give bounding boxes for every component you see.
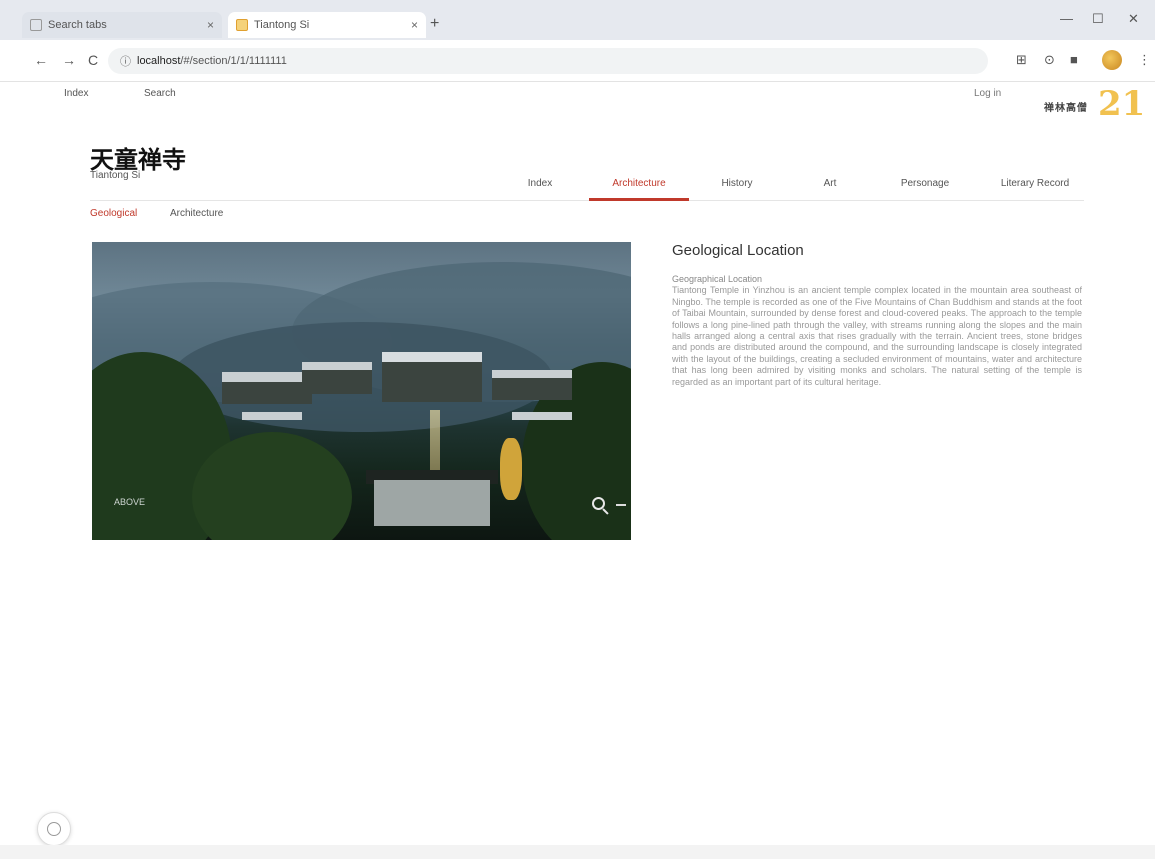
site-logo[interactable]: 禅林高僧 21 bbox=[1040, 84, 1145, 124]
page-icon bbox=[30, 19, 42, 31]
site-favicon-icon bbox=[236, 19, 248, 31]
floating-help-button[interactable] bbox=[37, 812, 71, 846]
temple-gate bbox=[374, 480, 490, 526]
building-roof bbox=[382, 352, 482, 362]
help-icon bbox=[47, 822, 61, 836]
building-roof bbox=[512, 412, 572, 420]
tab-literary-record[interactable]: Literary Record bbox=[990, 178, 1080, 201]
main-hall bbox=[382, 362, 482, 402]
url-path: /#/section/1/1/1111111 bbox=[180, 55, 287, 67]
tab-personage[interactable]: Personage bbox=[890, 178, 960, 201]
maximize-button[interactable]: ☐ bbox=[1092, 11, 1104, 27]
site-header: Index Search Log in bbox=[0, 82, 1155, 126]
site-info-icon[interactable]: ⓘ bbox=[120, 53, 131, 69]
browser-tab-label: Tiantong Si bbox=[254, 19, 310, 31]
logo-text: 禅林高僧 bbox=[1044, 103, 1088, 114]
address-bar-row: ← → C ⓘ localhost/#/section/1/1/1111111 … bbox=[0, 40, 1155, 82]
zoom-out-icon[interactable] bbox=[616, 504, 626, 506]
close-tab-icon[interactable]: × bbox=[411, 18, 418, 32]
subtab-geological[interactable]: Geological bbox=[90, 208, 137, 219]
temple-photo[interactable]: ABOVE bbox=[92, 242, 631, 540]
building-roof bbox=[492, 370, 572, 378]
building-roof bbox=[222, 372, 312, 382]
main-tab-bar: Index Architecture History Art Personage… bbox=[90, 172, 1084, 201]
zoom-icon[interactable]: ⊙ bbox=[1044, 52, 1055, 68]
browser-tab[interactable]: Search tabs × bbox=[22, 12, 222, 38]
building bbox=[222, 382, 312, 404]
subtab-architecture[interactable]: Architecture bbox=[170, 208, 223, 219]
bookmark-icon[interactable]: ■ bbox=[1070, 52, 1078, 67]
nav-link-index[interactable]: Index bbox=[64, 88, 88, 99]
translate-icon[interactable]: ⊞ bbox=[1016, 52, 1027, 68]
back-button[interactable]: ← bbox=[34, 52, 48, 68]
url-host: localhost bbox=[137, 55, 181, 67]
browser-tabbar: Search tabs × Tiantong Si × + — ☐ ✕ bbox=[0, 0, 1155, 40]
browser-tab-label: Search tabs bbox=[48, 19, 107, 31]
tab-history[interactable]: History bbox=[702, 178, 772, 201]
new-tab-button[interactable]: + bbox=[430, 15, 439, 33]
close-window-button[interactable]: ✕ bbox=[1128, 11, 1139, 27]
nav-link-search[interactable]: Search bbox=[144, 88, 176, 99]
building bbox=[302, 370, 372, 394]
menu-icon[interactable]: ⋮ bbox=[1138, 52, 1151, 68]
ginkgo-tree bbox=[500, 438, 522, 500]
section-lead: Geographical Location bbox=[672, 274, 763, 284]
minimize-button[interactable]: — bbox=[1060, 11, 1073, 26]
status-bar bbox=[0, 845, 1155, 859]
url-field[interactable]: ⓘ localhost/#/section/1/1/1111111 bbox=[108, 48, 988, 74]
reload-button[interactable]: C bbox=[88, 52, 98, 68]
tab-architecture[interactable]: Architecture bbox=[589, 178, 689, 201]
browser-tab-active[interactable]: Tiantong Si × bbox=[228, 12, 426, 38]
tab-art[interactable]: Art bbox=[800, 178, 860, 201]
section-title: Geological Location bbox=[672, 242, 804, 259]
section-text: Tiantong Temple in Yinzhou is an ancient… bbox=[672, 285, 1082, 387]
profile-avatar[interactable] bbox=[1102, 50, 1122, 70]
login-link[interactable]: Log in bbox=[974, 88, 1001, 99]
lens-handle bbox=[602, 508, 609, 515]
forward-button[interactable]: → bbox=[62, 52, 76, 68]
zoom-in-icon[interactable] bbox=[592, 497, 610, 515]
tab-index[interactable]: Index bbox=[510, 178, 570, 201]
photo-caption: ABOVE bbox=[114, 497, 146, 507]
building bbox=[492, 378, 572, 400]
logo-number: 21 bbox=[1098, 84, 1146, 124]
building-roof bbox=[302, 362, 372, 370]
close-tab-icon[interactable]: × bbox=[207, 18, 214, 32]
section-body: Geographical Location Tiantong Temple in… bbox=[672, 274, 1082, 388]
building-roof bbox=[242, 412, 302, 420]
